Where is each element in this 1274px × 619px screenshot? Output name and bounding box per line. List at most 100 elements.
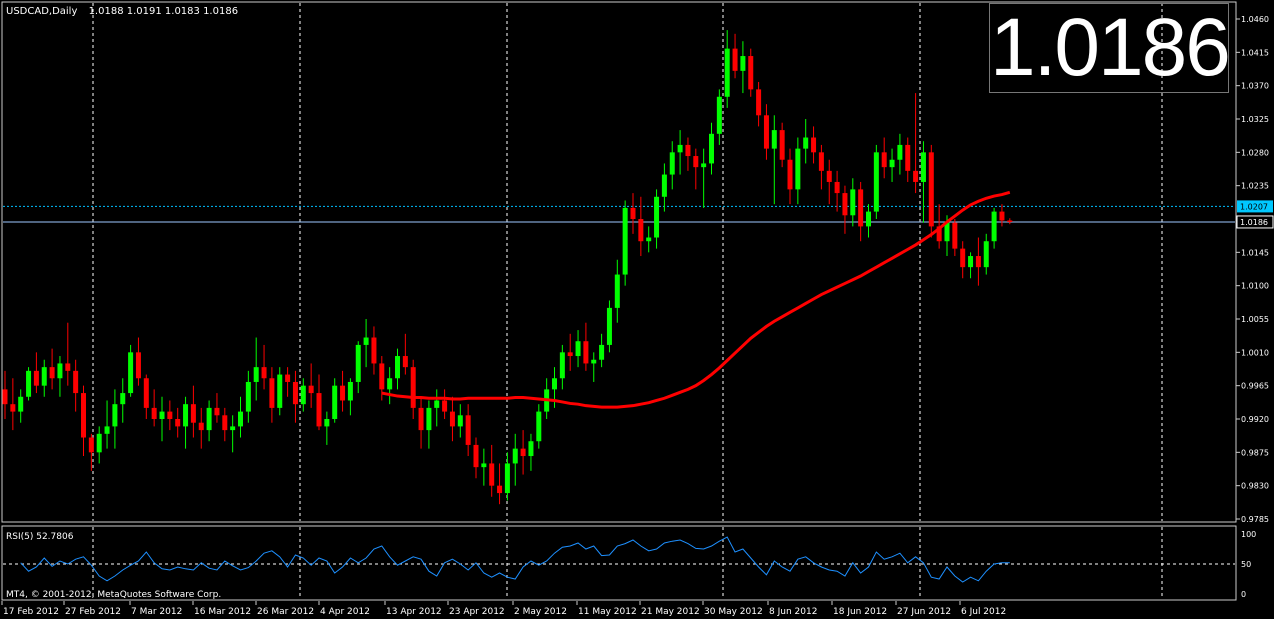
candle-body	[285, 374, 291, 382]
candle-body	[402, 356, 408, 368]
candle-body	[183, 404, 189, 427]
candle-body	[709, 133, 714, 164]
candle-body	[426, 407, 432, 431]
candle-body	[81, 393, 86, 438]
candle-body	[850, 189, 856, 216]
candle-body	[661, 174, 667, 197]
candle-body	[771, 130, 777, 149]
candle-body	[128, 352, 134, 394]
candle-body	[701, 163, 707, 168]
candle-body	[583, 341, 589, 364]
candle-body	[371, 337, 377, 364]
date-tick-label: 2 May 2012	[514, 607, 567, 617]
candle-body	[355, 344, 361, 382]
candle-body	[332, 385, 338, 419]
candle-body	[277, 374, 283, 408]
candle-body	[826, 170, 832, 182]
price-tick-label: 0.9875	[1241, 448, 1269, 457]
date-tick-label: 11 May 2012	[578, 607, 637, 617]
candle-body	[387, 378, 393, 390]
price-tick-label: 0.9965	[1241, 382, 1269, 391]
candle[interactable]	[26, 367, 32, 401]
candle-body	[308, 385, 314, 394]
symbol-label: USDCAD,Daily	[6, 6, 77, 17]
candle-body	[968, 256, 974, 268]
candle-body	[677, 144, 683, 153]
candle-body	[457, 415, 463, 427]
candle-body	[889, 159, 895, 168]
candle-body	[567, 352, 573, 357]
date-tick-label: 27 Feb 2012	[65, 607, 121, 617]
candle-body	[638, 219, 644, 242]
candle-body	[756, 89, 762, 116]
candle-body	[920, 152, 926, 182]
price-tick-label: 0.9785	[1241, 515, 1269, 524]
candle-body	[206, 407, 212, 431]
rsi-label: RSI(5) 52.7806	[6, 532, 74, 542]
candle-body	[512, 448, 518, 464]
candle-body	[748, 56, 754, 90]
candle[interactable]	[928, 144, 934, 238]
candle-body	[575, 341, 581, 357]
candle-body	[57, 363, 63, 379]
candle-body	[606, 307, 612, 345]
current-price-display: 1.0186	[989, 2, 1231, 93]
candle-body	[803, 137, 809, 149]
candle-body	[858, 189, 864, 227]
candle-body	[599, 344, 605, 360]
candle-body	[363, 337, 369, 345]
candle[interactable]	[873, 144, 879, 219]
candle-body	[881, 152, 887, 168]
candle-body	[873, 152, 879, 212]
candle-body	[811, 137, 817, 153]
candle-body	[991, 211, 997, 242]
candle-body	[175, 419, 181, 427]
candle-body	[928, 152, 934, 227]
candle-body	[905, 144, 911, 171]
price-tick-label: 1.0055	[1241, 315, 1269, 324]
candle-body	[732, 48, 738, 71]
price-tick-label: 1.0460	[1241, 15, 1269, 24]
candle-body	[999, 211, 1005, 221]
date-tick-label: 21 May 2012	[641, 607, 700, 617]
candle-body	[975, 256, 981, 268]
candle-body	[740, 56, 746, 71]
ask-price-label: 1.0207	[1240, 202, 1268, 211]
candle-body	[489, 463, 495, 486]
date-tick-label: 4 Apr 2012	[320, 607, 370, 617]
candle-body	[520, 448, 526, 457]
ohlc-values: 1.0188 1.0191 1.0183 1.0186	[89, 6, 239, 17]
candle-body	[261, 367, 267, 379]
candle-body	[866, 211, 871, 227]
candle[interactable]	[606, 300, 612, 353]
candle-body	[2, 389, 8, 405]
candle-body	[112, 404, 118, 427]
candle-body	[159, 411, 165, 419]
candle-body	[473, 444, 479, 468]
candle[interactable]	[622, 200, 628, 286]
candle-body	[222, 415, 228, 431]
candle-body	[983, 241, 989, 268]
price-tick-label: 1.0415	[1241, 48, 1269, 57]
candle-body	[504, 463, 510, 494]
candle-body	[787, 159, 793, 190]
date-tick-label: 16 Mar 2012	[194, 607, 251, 617]
copyright-text: MT4, © 2001-2012, MetaQuotes Software Co…	[6, 590, 221, 600]
candle-body	[779, 130, 785, 160]
candle-body	[418, 407, 424, 431]
date-tick-label: 17 Feb 2012	[3, 607, 59, 617]
candle-body	[324, 419, 330, 427]
candle-body	[716, 96, 722, 134]
candle-body	[944, 222, 950, 242]
candle-body	[41, 367, 47, 386]
rsi-level-label: 0	[1241, 590, 1246, 599]
price-tick-label: 1.0010	[1241, 348, 1269, 357]
candle-body	[763, 115, 769, 149]
candle-body	[230, 426, 236, 431]
candle[interactable]	[128, 344, 134, 397]
candle-body	[552, 378, 557, 390]
candle-body	[143, 378, 149, 408]
candle-body	[669, 152, 675, 175]
candle-body	[49, 367, 55, 379]
candle-body	[442, 400, 448, 412]
